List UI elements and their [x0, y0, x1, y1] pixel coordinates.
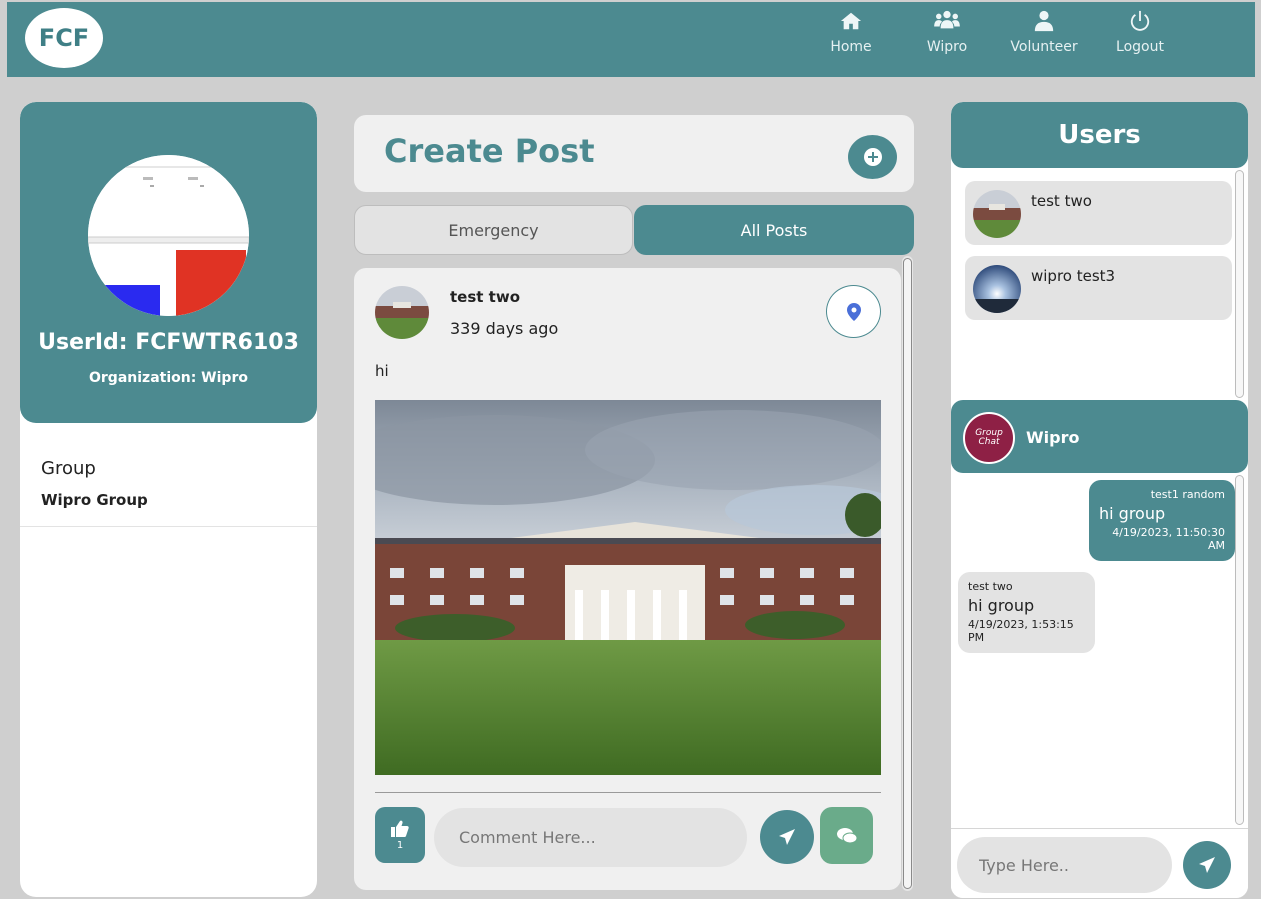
nav-logout[interactable]: Logout	[1100, 10, 1180, 55]
chat-input-bar	[951, 828, 1248, 898]
nav-volunteer-label: Volunteer	[1010, 39, 1078, 55]
divider	[20, 526, 317, 527]
nav-wipro-label: Wipro	[926, 39, 968, 55]
user-avatar	[973, 265, 1021, 313]
user-icon	[1034, 10, 1054, 32]
post-username[interactable]: test two	[450, 288, 520, 306]
paper-plane-icon	[779, 829, 795, 845]
avatar-image	[973, 190, 1021, 238]
user-item[interactable]: test two	[965, 181, 1232, 245]
group-heading: Group	[41, 458, 96, 479]
divider	[375, 792, 881, 793]
scrollbar-thumb[interactable]	[903, 258, 912, 889]
nav-home-label: Home	[830, 39, 872, 55]
group-chat-name: Wipro	[1026, 428, 1080, 447]
group-chat-logo: Group Chat	[963, 412, 1015, 464]
chat-scrollbar[interactable]	[1235, 475, 1244, 825]
post-card: test two 339 days ago hi 1 Comment Here.…	[354, 268, 901, 890]
top-navbar: FCF Home Wipro Volunteer Logout	[7, 2, 1255, 77]
tab-emergency[interactable]: Emergency	[354, 205, 633, 255]
location-button[interactable]	[826, 285, 881, 338]
send-comment-button[interactable]	[760, 810, 814, 864]
chat-message: test two hi group 4/19/2023, 1:53:15 PM	[958, 572, 1095, 653]
comments-button[interactable]	[820, 807, 873, 864]
message-text: hi group	[968, 596, 1035, 615]
profile-avatar[interactable]	[88, 155, 249, 316]
users-icon	[934, 10, 960, 29]
chat-message: test1 random hi group 4/19/2023, 11:50:3…	[1089, 480, 1235, 561]
avatar-image	[375, 286, 429, 339]
user-avatar	[973, 190, 1021, 238]
send-message-button[interactable]	[1183, 841, 1231, 889]
comments-icon	[836, 827, 857, 843]
post-image[interactable]	[375, 400, 881, 775]
profile-card: UserId: FCFWTR6103 Organization: Wipro G…	[20, 102, 317, 897]
users-scrollbar[interactable]	[1235, 170, 1244, 398]
post-body: hi	[375, 362, 389, 380]
nav-wipro[interactable]: Wipro	[907, 10, 987, 55]
chat-input[interactable]	[957, 837, 1172, 893]
like-button[interactable]: 1	[375, 807, 425, 863]
post-user-avatar[interactable]	[375, 286, 429, 339]
post-scrollbar[interactable]	[902, 256, 913, 891]
group-chat-header: Group Chat Wipro	[951, 400, 1248, 473]
tab-all-posts[interactable]: All Posts	[634, 205, 914, 255]
post-timestamp: 339 days ago	[450, 319, 559, 338]
create-post-title: Create Post	[384, 132, 595, 170]
map-pin-icon	[846, 302, 861, 321]
create-post-panel: Create Post	[354, 115, 914, 192]
fcf-logo[interactable]: FCF	[25, 8, 103, 68]
like-count: 1	[396, 839, 404, 851]
user-item[interactable]: wipro test3	[965, 256, 1232, 320]
group-name[interactable]: Wipro Group	[41, 491, 148, 509]
avatar-image	[88, 155, 249, 316]
create-post-button[interactable]	[848, 135, 897, 179]
organization: Organization: Wipro	[89, 370, 248, 386]
paper-plane-icon	[1199, 857, 1215, 873]
avatar-image	[973, 265, 1021, 313]
message-sender: test two	[968, 580, 1013, 593]
nav-logout-label: Logout	[1116, 39, 1164, 55]
home-icon	[840, 12, 862, 30]
user-name: wipro test3	[1031, 267, 1116, 285]
plus-icon	[863, 148, 882, 166]
profile-header: UserId: FCFWTR6103 Organization: Wipro	[20, 102, 317, 423]
user-id: UserId: FCFWTR6103	[38, 330, 299, 355]
nav-home[interactable]: Home	[811, 10, 891, 55]
user-name: test two	[1031, 192, 1092, 210]
message-time: 4/19/2023, 11:50:30 AM	[1112, 526, 1225, 552]
users-title: Users	[951, 102, 1248, 168]
nav-volunteer[interactable]: Volunteer	[1004, 10, 1084, 55]
power-icon	[1130, 10, 1150, 31]
message-time: 4/19/2023, 1:53:15 PM	[968, 618, 1074, 644]
message-text: hi group	[1099, 504, 1166, 523]
comment-input[interactable]	[434, 808, 747, 867]
message-sender: test1 random	[1150, 488, 1225, 501]
thumbs-up-icon	[391, 820, 409, 837]
